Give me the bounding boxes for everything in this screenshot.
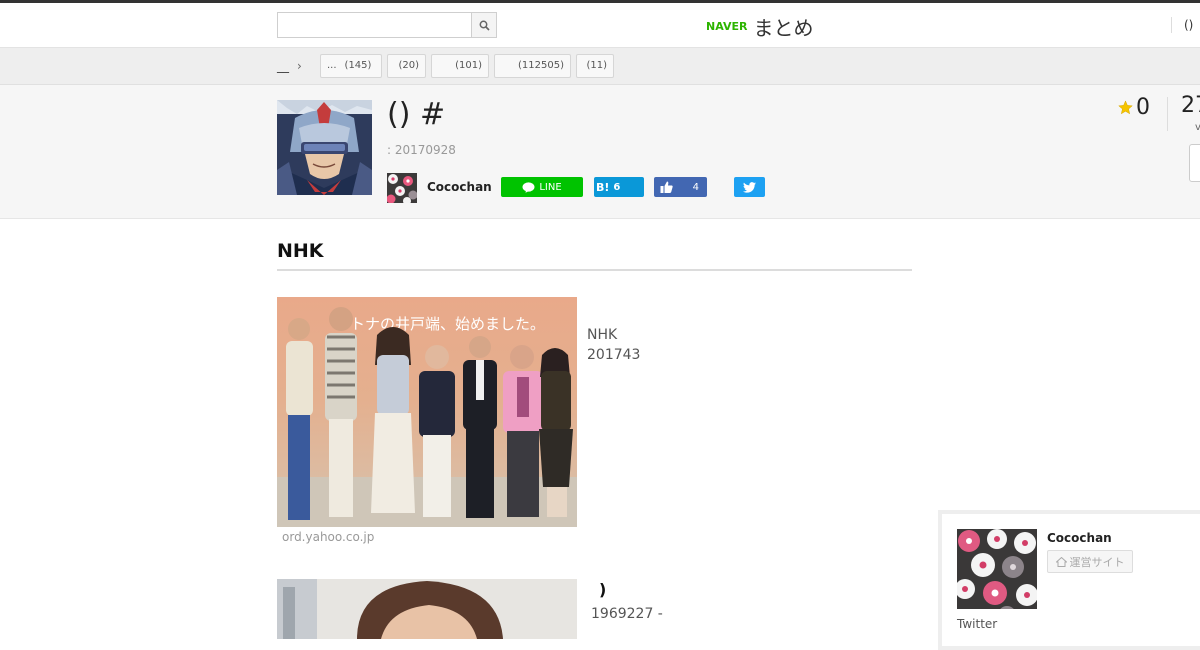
search-icon bbox=[479, 20, 490, 31]
portrait-photo[interactable] bbox=[277, 579, 577, 639]
line-icon bbox=[522, 181, 535, 193]
article-date: : 20170928 bbox=[387, 143, 456, 157]
category-count: (101) bbox=[455, 60, 482, 71]
thumbs-up-icon bbox=[660, 181, 673, 193]
section-heading: NHK bbox=[277, 240, 912, 271]
twitter-icon bbox=[743, 181, 756, 193]
view-count-label: v bbox=[1195, 122, 1200, 133]
line-share-label: LINE bbox=[539, 181, 562, 193]
category-tag[interactable]: (11) bbox=[576, 54, 614, 78]
facebook-like-count: 4 bbox=[692, 181, 699, 193]
category-tag[interactable]: (20) bbox=[387, 54, 426, 78]
favorite-counter[interactable]: 0 bbox=[1118, 95, 1150, 120]
star-icon bbox=[1118, 100, 1133, 115]
floral-pattern-image bbox=[957, 529, 1037, 609]
article-thumbnail[interactable] bbox=[277, 100, 372, 195]
hatena-bookmark-button[interactable]: B! 6 bbox=[594, 177, 644, 197]
logo-naver: NAVER bbox=[706, 20, 748, 33]
home-icon bbox=[1055, 556, 1067, 567]
breadcrumb-arrow-icon: › bbox=[297, 59, 302, 73]
image-description: NHK 201743 bbox=[587, 325, 640, 365]
twitter-share-button[interactable] bbox=[734, 177, 765, 197]
category-tags: ... (145) (20) (101) (112505) (11) bbox=[320, 54, 614, 78]
person-name: ) bbox=[599, 580, 607, 599]
category-tag[interactable]: (112505) bbox=[494, 54, 571, 78]
person-birthdate: 1969227 - bbox=[591, 606, 663, 622]
article-header: () # : 20170928 Cocochan LINE B! 6 4 0 2… bbox=[0, 85, 1200, 219]
naver-matome-logo[interactable]: NAVER まとめ bbox=[706, 12, 813, 41]
anime-character-image bbox=[277, 100, 372, 195]
category-count: (145) bbox=[344, 60, 372, 71]
category-tag[interactable]: ... (145) bbox=[320, 54, 382, 78]
hatena-icon: B! bbox=[596, 180, 610, 194]
image-description-line1: NHK bbox=[587, 327, 618, 343]
hatena-count: 6 bbox=[613, 181, 621, 193]
category-count: (11) bbox=[586, 60, 607, 71]
profile-avatar[interactable] bbox=[957, 529, 1037, 609]
view-count: 27 bbox=[1181, 93, 1200, 118]
image-description-line2: 201743 bbox=[587, 347, 641, 363]
cast-photo[interactable]: オトナの井戸端、始めました。 bbox=[277, 297, 577, 527]
press-event-photo: オトナの井戸端、始めました。 bbox=[277, 297, 577, 527]
category-name: ... bbox=[327, 60, 337, 71]
floral-pattern-image bbox=[387, 173, 417, 203]
line-share-button[interactable]: LINE bbox=[501, 177, 583, 197]
search-button[interactable] bbox=[471, 13, 496, 37]
profile-site-label: 運営サイト bbox=[1069, 555, 1125, 569]
profile-name[interactable]: Cocochan bbox=[1047, 531, 1112, 545]
profile-site-button[interactable]: 運営サイト bbox=[1047, 550, 1133, 573]
author-profile-card: Cocochan 運営サイト Twitter bbox=[938, 510, 1200, 650]
article-title: () # bbox=[387, 97, 446, 132]
author-avatar[interactable] bbox=[387, 173, 417, 203]
header-login-link[interactable]: () bbox=[1171, 17, 1193, 33]
profile-twitter-label[interactable]: Twitter bbox=[957, 617, 997, 631]
stats-divider bbox=[1167, 97, 1168, 131]
category-count: (20) bbox=[398, 60, 419, 71]
favorite-count: 0 bbox=[1136, 95, 1150, 120]
image-source[interactable]: ord.yahoo.co.jp bbox=[282, 530, 374, 544]
logo-matome: まとめ bbox=[753, 16, 814, 40]
search-box bbox=[277, 12, 497, 38]
actress-portrait-image bbox=[277, 579, 577, 639]
author-name[interactable]: Cocochan bbox=[427, 180, 492, 194]
follow-button[interactable] bbox=[1189, 144, 1200, 182]
category-count: (112505) bbox=[518, 60, 564, 71]
category-bar: __ › ... (145) (20) (101) (112505) (11) bbox=[0, 48, 1200, 85]
search-input[interactable] bbox=[278, 13, 472, 37]
banner-text: オトナの井戸端、始めました。 bbox=[335, 315, 545, 333]
breadcrumb-home[interactable]: __ bbox=[277, 59, 289, 73]
facebook-like-button[interactable]: 4 bbox=[654, 177, 707, 197]
site-header: NAVER まとめ () bbox=[0, 3, 1200, 48]
category-tag[interactable]: (101) bbox=[431, 54, 489, 78]
